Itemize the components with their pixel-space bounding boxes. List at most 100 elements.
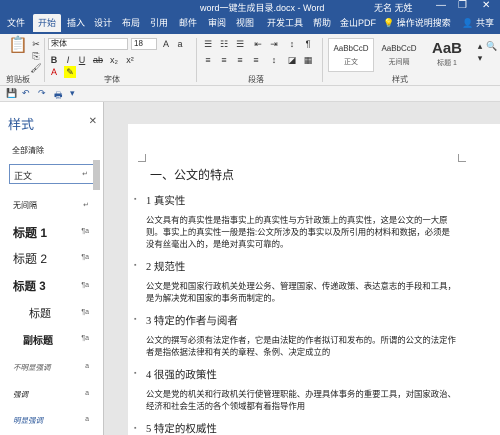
style-item-heading-1[interactable]: 标题 1 ¶a	[9, 222, 95, 242]
font-size-select[interactable]: 18	[131, 38, 157, 50]
decrease-indent-icon[interactable]: ⇤	[252, 38, 264, 50]
style-item-intense-emphasis[interactable]: 明显强调 a	[9, 413, 95, 429]
align-right-icon[interactable]: ≡	[234, 54, 246, 66]
style-heading-1[interactable]: AaB 标题 1	[424, 38, 470, 72]
superscript-button[interactable]: x²	[124, 54, 136, 66]
align-center-icon[interactable]: ≡	[218, 54, 230, 66]
group-clipboard: 剪贴板	[6, 75, 30, 84]
justify-icon[interactable]: ≡	[250, 54, 262, 66]
section-heading: 4 很强的政策性	[146, 370, 217, 381]
borders-icon[interactable]: ▦	[302, 54, 314, 66]
align-left-icon[interactable]: ≡	[202, 54, 214, 66]
line-spacing-icon[interactable]: ↕	[268, 54, 280, 66]
paragraph-marker: ▪	[134, 370, 137, 377]
document-title: word一键生成目录.docx - Word	[200, 3, 325, 13]
close-icon[interactable]: ✕	[89, 116, 97, 127]
section-body: 公文的撰写必须有法定作者，它是由法定的作者拟订和发布的。所谓的公文的法定作者是指…	[146, 335, 456, 357]
format-painter-icon[interactable]: 🖌	[30, 62, 42, 74]
paragraph-marker: ▪	[134, 425, 137, 432]
section-heading: 1 真实性	[146, 196, 186, 207]
underline-button[interactable]: U	[76, 54, 88, 66]
tab-help[interactable]: 帮助	[311, 14, 333, 32]
styles-scroll-up-icon[interactable]: ▴	[474, 40, 486, 52]
person-icon: 👤	[462, 18, 474, 28]
document-area: 一、公文的特点 ▪ 1 真实性 公文具有的真实性是指事实上的真实性与方针政策上的…	[104, 102, 500, 435]
group-styles: 样式	[392, 75, 408, 84]
tab-home[interactable]: 开始	[33, 14, 61, 32]
document-heading-1: 一、公文的特点	[150, 168, 235, 182]
section-heading: 5 特定的权威性	[146, 424, 217, 435]
group-paragraph: 段落	[248, 75, 264, 84]
margin-corner	[138, 154, 146, 162]
customize-qat-icon[interactable]: ▾	[70, 88, 75, 99]
sort-icon[interactable]: ↕	[286, 38, 298, 50]
bold-button[interactable]: B	[48, 54, 60, 66]
tab-insert[interactable]: 插入	[65, 14, 87, 32]
lightbulb-icon: 💡	[383, 18, 395, 28]
restore-button[interactable]: ❐	[458, 0, 467, 11]
font-name-select[interactable]: 宋体	[48, 38, 128, 50]
undo-icon[interactable]: ↶	[22, 88, 30, 99]
grow-font-icon[interactable]: A	[160, 38, 172, 50]
section-body: 公文是党和国家行政机关处理公务、管理国家、传递政策、表达意志的手段和工具，是为解…	[146, 281, 456, 303]
section-heading: 3 特定的作者与阅者	[146, 316, 238, 327]
tab-file[interactable]: 文件	[4, 14, 28, 32]
font-color-icon[interactable]: A	[48, 66, 60, 78]
show-marks-icon[interactable]: ¶	[302, 38, 314, 50]
tab-mailings[interactable]: 邮件	[177, 14, 199, 32]
title-bar: word一键生成目录.docx - Word 无名 无姓 — ❐ ✕ 文件 开始…	[0, 0, 500, 34]
document-page[interactable]: 一、公文的特点 ▪ 1 真实性 公文具有的真实性是指事实上的真实性与方针政策上的…	[128, 124, 500, 435]
tab-layout[interactable]: 布局	[120, 14, 142, 32]
paragraph-marker: ▪	[134, 196, 137, 203]
user-name[interactable]: 无名 无姓	[374, 1, 413, 14]
clear-all-button[interactable]: 全部清除	[12, 145, 44, 156]
style-item-heading-3[interactable]: 标题 3 ¶a	[9, 276, 95, 296]
copy-icon[interactable]: ⎘	[30, 50, 42, 62]
numbering-icon[interactable]: ☷	[218, 38, 230, 50]
section-heading: 2 规范性	[146, 262, 186, 273]
style-item-subtle-emphasis[interactable]: 不明显强调 a	[9, 360, 95, 376]
tab-design[interactable]: 设计	[92, 14, 114, 32]
styles-pane-title: 样式	[8, 117, 35, 132]
style-item-heading-2[interactable]: 标题 2 ¶a	[9, 248, 95, 268]
strikethrough-button[interactable]: ab	[92, 54, 104, 66]
italic-button[interactable]: I	[62, 54, 74, 66]
margin-corner	[458, 154, 466, 162]
bullets-icon[interactable]: ☰	[202, 38, 214, 50]
shrink-font-icon[interactable]: a	[174, 38, 186, 50]
styles-pane-scrollbar[interactable]	[93, 160, 100, 190]
tab-developer[interactable]: 开发工具	[263, 14, 307, 32]
styles-scroll-down-icon[interactable]: ▾	[474, 52, 486, 64]
tab-kingsoft-pdf[interactable]: 金山PDF	[338, 14, 378, 32]
ribbon: 📋 ✂ ⎘ 🖌 剪贴板 宋体 18 A a B I U ab x₂ x² A ✎…	[0, 34, 500, 86]
cut-icon[interactable]: ✂	[30, 38, 42, 50]
style-item-subtitle[interactable]: 副标题 ¶a	[9, 330, 95, 350]
save-icon[interactable]: 💾	[6, 88, 17, 99]
paragraph-marker: ▪	[134, 262, 137, 269]
quick-access-toolbar: 💾 ↶ ↷ 🖶 ▾	[0, 86, 500, 102]
redo-icon[interactable]: ↷	[38, 88, 46, 99]
share-button[interactable]: 👤 共享	[462, 16, 494, 29]
highlight-icon[interactable]: ✎	[64, 66, 76, 78]
tab-view[interactable]: 视图	[234, 14, 256, 32]
shading-icon[interactable]: ◪	[286, 54, 298, 66]
paragraph-marker: ▪	[134, 316, 137, 323]
group-font: 字体	[104, 75, 120, 84]
subscript-button[interactable]: x₂	[108, 54, 120, 66]
tab-references[interactable]: 引用	[148, 14, 170, 32]
tab-review[interactable]: 审阅	[206, 14, 228, 32]
style-no-spacing[interactable]: AaBbCcD 无间隔	[376, 38, 422, 72]
minimize-button[interactable]: —	[436, 0, 446, 11]
multilevel-list-icon[interactable]: ☰	[234, 38, 246, 50]
style-item-normal[interactable]: 正文 ↵	[9, 164, 95, 184]
style-normal[interactable]: AaBbCcD 正文	[328, 38, 374, 72]
style-item-no-spacing[interactable]: 无间隔 ↵	[9, 198, 95, 214]
help-search[interactable]: 💡 操作说明搜索	[383, 16, 451, 29]
increase-indent-icon[interactable]: ⇥	[268, 38, 280, 50]
editing-icon[interactable]: 🔍	[486, 40, 498, 52]
close-button[interactable]: ✕	[482, 0, 490, 11]
style-item-title[interactable]: 标题 ¶a	[9, 303, 95, 323]
paste-icon[interactable]: 📋	[8, 38, 28, 62]
style-item-emphasis[interactable]: 强调 a	[9, 387, 95, 403]
section-body: 公文具有的真实性是指事实上的真实性与方针政策上的真实性，这是公文的一大原则。事实…	[146, 215, 450, 249]
